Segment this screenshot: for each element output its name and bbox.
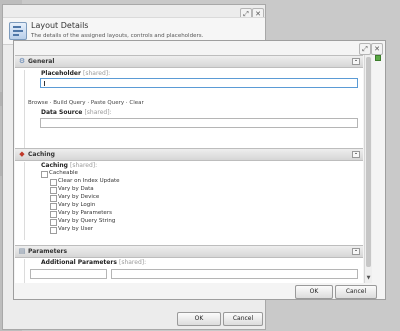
placeholder-input[interactable] [40,78,358,88]
cacheable-label: Cacheable [49,170,78,176]
browse-link[interactable]: Browse [28,100,48,106]
section-left-rule [24,162,25,240]
section-general-header[interactable]: ⚙ General – [15,55,363,68]
inner-maximize-button[interactable]: ⤢ [359,43,371,55]
content-area: ⚙ General – Placeholder [shared]: Browse… [15,55,363,283]
collapse-icon[interactable]: – [352,248,360,255]
scroll-down-arrow-icon[interactable]: ▼ [365,275,372,281]
section-parameters-header[interactable]: ▤ Parameters – [15,245,363,258]
outer-ok-button[interactable]: OK [177,312,221,326]
close-icon: ✕ [374,45,380,53]
collapse-icon[interactable]: – [352,151,360,158]
maximize-icon: ⤢ [362,45,368,53]
clear-link[interactable]: Clear [129,100,143,106]
separator: · [125,100,128,106]
parameter-value-input[interactable] [111,269,358,279]
option-label: Vary by Device [58,194,100,200]
option-label: Vary by Login [58,202,96,208]
option-label: Clear on Index Update [58,178,120,184]
vary-by-query-string-checkbox[interactable] [50,219,57,226]
inner-cancel-button[interactable]: Cancel [335,285,377,299]
section-left-rule [24,70,25,148]
caching-icon: ◆ [19,150,25,158]
clear-on-index-update-checkbox[interactable] [50,179,57,186]
inner-close-button[interactable]: ✕ [371,43,383,55]
placeholder-label: Placeholder [shared]: [41,70,111,77]
vary-by-parameters-checkbox[interactable] [50,211,57,218]
dialog-title: Layout Details [31,21,89,30]
section-caching-header[interactable]: ◆ Caching – [15,148,363,161]
collapse-icon[interactable]: – [352,58,360,65]
option-label: Vary by Parameters [58,210,112,216]
layout-details-icon [9,22,27,40]
build-query-link[interactable]: Build Query [53,100,85,106]
data-source-label: Data Source [shared]: [41,109,112,116]
additional-parameters-label: Additional Parameters [shared]: [41,259,147,266]
data-source-actions: Browse · Build Query · Paste Query · Cle… [28,100,144,106]
vary-by-user-checkbox[interactable] [50,227,57,234]
section-title: Caching [28,151,55,158]
section-left-rule [24,259,25,283]
parameters-icon: ▤ [18,247,26,255]
option-label: Vary by Query String [58,218,116,224]
vary-by-device-checkbox[interactable] [50,195,57,202]
data-source-input[interactable] [40,118,358,128]
outer-cancel-button[interactable]: Cancel [223,312,263,326]
caching-label: Caching [shared]: [41,162,98,169]
vertical-scrollbar[interactable]: ▼ [364,55,372,283]
vary-by-login-checkbox[interactable] [50,203,57,210]
inner-dialog: ⤢ ✕ ⚙ General – Placeholder [shared]: Br… [13,40,386,300]
dialog-subtitle: The details of the assigned layouts, con… [31,33,204,39]
separator: · [49,100,52,106]
inner-ok-button[interactable]: OK [295,285,333,299]
cacheable-checkbox[interactable] [41,171,48,178]
general-icon: ⚙ [18,57,26,65]
vary-by-data-checkbox[interactable] [50,187,57,194]
paste-query-link[interactable]: Paste Query [91,100,124,106]
scrollbar-thumb[interactable] [366,57,371,267]
section-title: Parameters [28,248,68,255]
parameter-key-input[interactable] [30,269,107,279]
status-indicator [375,55,381,61]
section-title: General [28,58,55,65]
option-label: Vary by User [58,226,94,232]
separator: · [87,100,90,106]
option-label: Vary by Data [58,186,94,192]
